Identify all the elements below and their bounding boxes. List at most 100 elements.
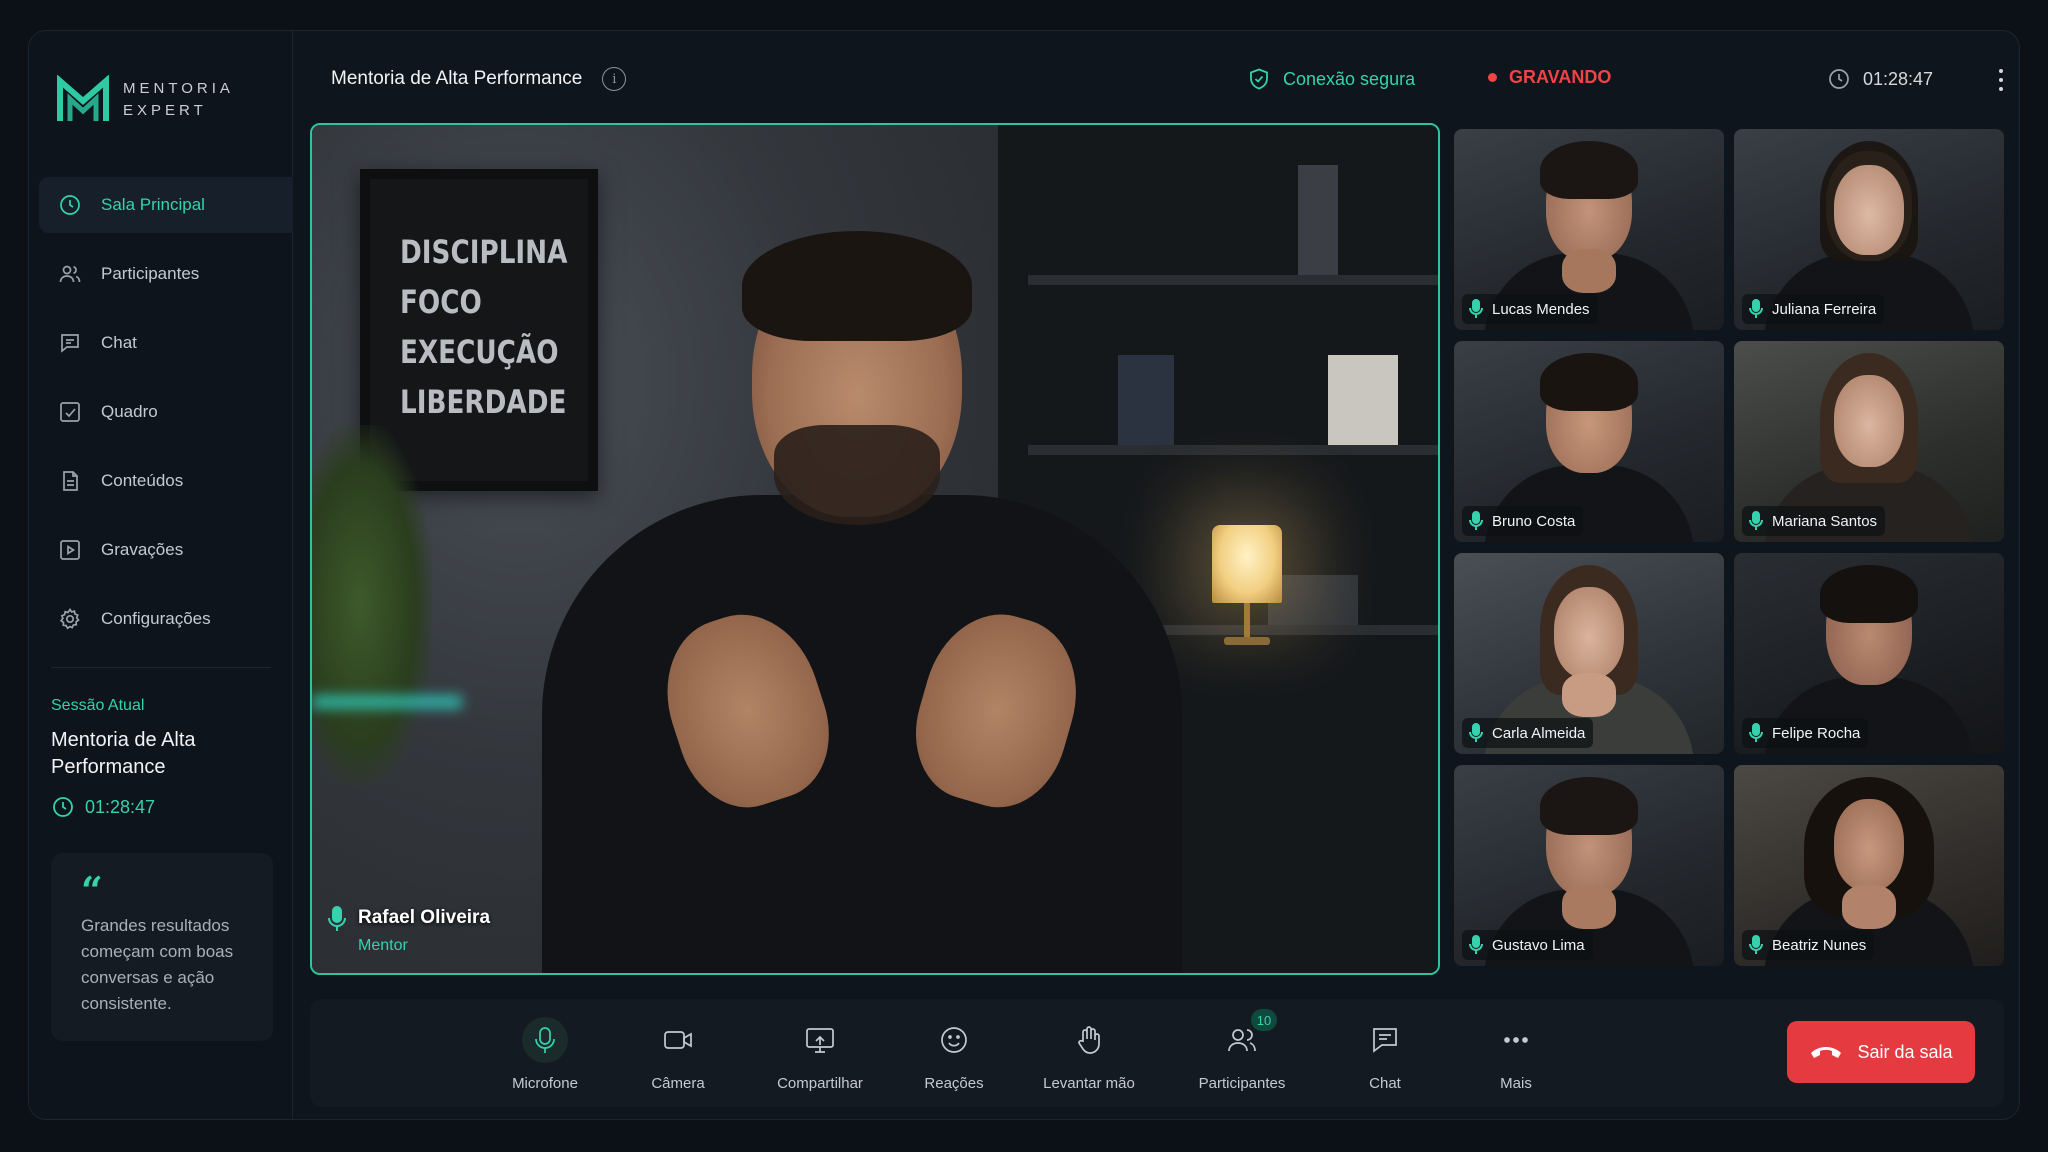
microphone-icon bbox=[1749, 511, 1763, 530]
microphone-icon bbox=[1469, 511, 1483, 530]
reactions-button[interactable]: Reações bbox=[894, 1017, 1014, 1092]
sidebar-item-sala-principal[interactable]: Sala Principal bbox=[39, 177, 293, 233]
participant-label: Carla Almeida bbox=[1462, 718, 1594, 748]
participant-head bbox=[1554, 587, 1624, 679]
share-screen-button[interactable]: Compartilhar bbox=[760, 1017, 880, 1092]
users-icon bbox=[1228, 1029, 1256, 1052]
camera-button[interactable]: Câmera bbox=[618, 1017, 738, 1092]
sidebar-item-quadro[interactable]: Quadro bbox=[39, 384, 293, 440]
call-timer: 01:28:47 bbox=[1827, 67, 1933, 91]
logo-m-icon bbox=[57, 75, 109, 121]
participant-hand bbox=[1562, 885, 1616, 929]
microphone-icon bbox=[1749, 935, 1763, 954]
sidebar-item-conteudos[interactable]: Conteúdos bbox=[39, 453, 293, 509]
participant-name: Gustavo Lima bbox=[1492, 936, 1585, 954]
whiteboard-icon bbox=[57, 399, 83, 425]
participant-tile[interactable]: Gustavo Lima bbox=[1454, 765, 1724, 966]
microphone-icon bbox=[1469, 299, 1483, 318]
participant-hand bbox=[1562, 673, 1616, 717]
chat-button[interactable]: Chat bbox=[1325, 1017, 1445, 1092]
participant-tile[interactable]: Beatriz Nunes bbox=[1734, 765, 2004, 966]
microphone-button[interactable]: Microfone bbox=[485, 1017, 605, 1092]
speaker-beard bbox=[774, 425, 940, 525]
microphone-icon bbox=[535, 1027, 555, 1053]
participant-label: Mariana Santos bbox=[1742, 506, 1886, 536]
room-title: Mentoria de Alta Performance i bbox=[331, 67, 627, 91]
clock-icon bbox=[53, 797, 73, 817]
participant-tile[interactable]: Juliana Ferreira bbox=[1734, 129, 2004, 330]
recording-dot-icon bbox=[1488, 73, 1497, 82]
info-icon[interactable]: i bbox=[602, 67, 627, 91]
session-label: Sessão Atual bbox=[51, 697, 145, 714]
speaker-figure bbox=[542, 231, 1182, 973]
session-timer: 01:28:47 bbox=[51, 795, 155, 819]
reactions-label: Reações bbox=[924, 1075, 984, 1092]
participant-tile[interactable]: Carla Almeida bbox=[1454, 553, 1724, 754]
app-window: MENTORIA EXPERT Sala Principal Participa… bbox=[28, 30, 2020, 1120]
microphone-icon bbox=[1469, 723, 1483, 742]
more-button[interactable]: Mais bbox=[1456, 1017, 1576, 1092]
ambient-light bbox=[312, 695, 462, 709]
participant-tile[interactable]: Mariana Santos bbox=[1734, 341, 2004, 542]
participant-label: Gustavo Lima bbox=[1462, 930, 1593, 960]
plant bbox=[312, 425, 432, 785]
clock-icon bbox=[1829, 69, 1849, 89]
participants-button[interactable]: 10 Participantes bbox=[1182, 1009, 1302, 1092]
participant-tile[interactable]: Lucas Mendes bbox=[1454, 129, 1724, 330]
sidebar-item-participantes[interactable]: Participantes bbox=[39, 246, 293, 302]
top-header: Mentoria de Alta Performance i Conexão s… bbox=[293, 31, 2019, 127]
smile-icon bbox=[941, 1027, 967, 1053]
participant-hair bbox=[1820, 565, 1918, 623]
brand-line-1: MENTORIA bbox=[123, 80, 234, 97]
participant-name: Felipe Rocha bbox=[1772, 724, 1861, 742]
participant-face bbox=[1834, 165, 1904, 255]
participant-label: Bruno Costa bbox=[1462, 506, 1584, 536]
participant-hand bbox=[1562, 249, 1616, 293]
brand-name: MENTORIA EXPERT bbox=[123, 78, 234, 122]
participant-name: Juliana Ferreira bbox=[1772, 300, 1877, 318]
chat-label: Chat bbox=[1369, 1075, 1401, 1092]
share-screen-icon bbox=[806, 1028, 834, 1053]
raise-hand-button[interactable]: Levantar mão bbox=[1029, 1017, 1149, 1092]
chat-icon bbox=[57, 330, 83, 356]
call-controls-bar: Microfone Câmera Compartilhar Reações Le… bbox=[310, 999, 2004, 1107]
sidebar-item-chat[interactable]: Chat bbox=[39, 315, 293, 371]
microphone-icon bbox=[328, 906, 346, 931]
sidebar-nav: Sala Principal Participantes Chat Quadro… bbox=[39, 177, 293, 660]
call-timer-value: 01:28:47 bbox=[1863, 68, 1934, 89]
quote-text: Grandes resultados começam com boas conv… bbox=[81, 916, 234, 1013]
participant-name: Carla Almeida bbox=[1492, 724, 1586, 742]
hang-up-phone-icon bbox=[1811, 1047, 1842, 1058]
books bbox=[1298, 165, 1338, 275]
lamp-stem bbox=[1244, 603, 1250, 639]
camera-label: Câmera bbox=[651, 1075, 705, 1092]
microphone-label: Microfone bbox=[512, 1075, 578, 1092]
leave-room-button[interactable]: Sair da sala bbox=[1787, 1021, 1975, 1083]
more-dots-icon bbox=[1504, 1037, 1528, 1043]
participant-label: Beatriz Nunes bbox=[1742, 930, 1875, 960]
participant-tile[interactable]: Felipe Rocha bbox=[1734, 553, 2004, 754]
more-options-icon[interactable] bbox=[1997, 69, 2005, 91]
shield-check-icon bbox=[1250, 68, 1268, 90]
speaker-hair bbox=[742, 231, 972, 341]
poster-line: LIBERDADE bbox=[400, 383, 567, 421]
brand-line-2: EXPERT bbox=[123, 102, 207, 119]
participant-label: Lucas Mendes bbox=[1462, 294, 1598, 324]
sidebar-item-label: Configurações bbox=[101, 609, 211, 628]
session-time-value: 01:28:47 bbox=[85, 796, 156, 817]
participant-label: Juliana Ferreira bbox=[1742, 294, 1885, 324]
quote-mark-icon: “ bbox=[81, 868, 103, 913]
sidebar-item-label: Quadro bbox=[101, 402, 158, 421]
participant-head bbox=[1834, 375, 1904, 467]
leave-room-label: Sair da sala bbox=[1857, 1041, 1953, 1062]
sidebar-item-gravacoes[interactable]: Gravações bbox=[39, 522, 293, 578]
sidebar-item-label: Chat bbox=[101, 333, 137, 352]
microphone-icon bbox=[1749, 723, 1763, 742]
document-icon bbox=[57, 468, 83, 494]
more-label: Mais bbox=[1500, 1075, 1532, 1092]
participant-tile[interactable]: Bruno Costa bbox=[1454, 341, 1724, 542]
microphone-icon bbox=[1469, 935, 1483, 954]
main-speaker-video[interactable]: DISCIPLINA FOCO EXECUÇÃO LIBERDADE Rafae… bbox=[310, 123, 1440, 975]
sidebar-item-configuracoes[interactable]: Configurações bbox=[39, 591, 293, 647]
share-label: Compartilhar bbox=[777, 1075, 863, 1092]
